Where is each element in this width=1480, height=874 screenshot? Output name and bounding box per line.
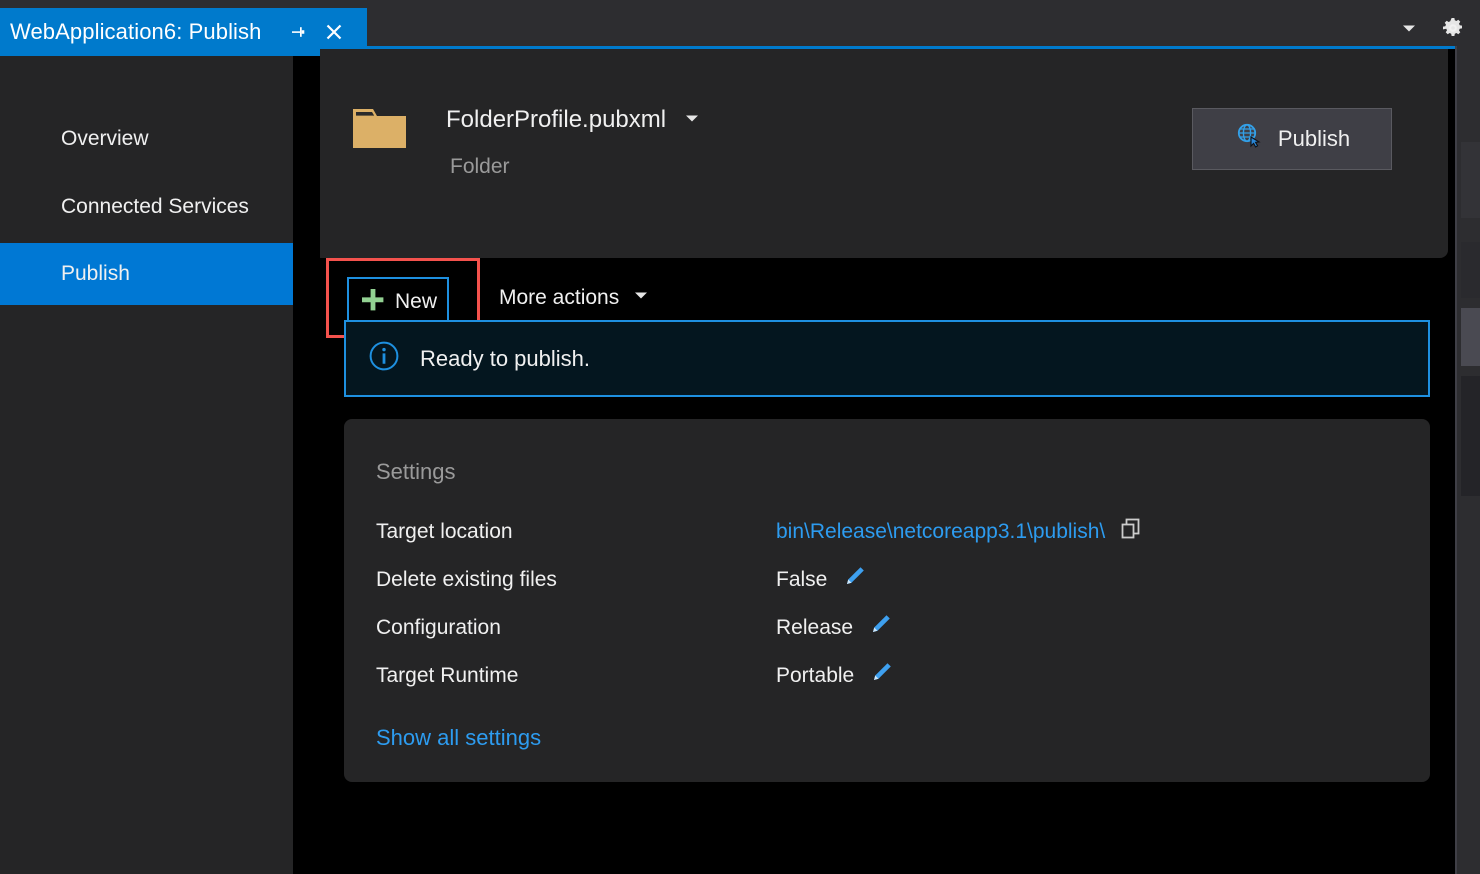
show-all-settings-link[interactable]: Show all settings [376,725,541,751]
scrollbar-thumb[interactable] [1461,308,1480,366]
sidebar: Overview Connected Services Publish [0,56,293,874]
info-circle-icon [367,339,401,378]
profile-selector[interactable]: FolderProfile.pubxml [446,106,702,134]
setting-value-text: False [776,568,827,592]
setting-value[interactable]: bin\Release\netcoreapp3.1\publish\ [776,517,1143,547]
sidebar-item-overview[interactable]: Overview [0,108,293,170]
setting-value-text: Release [776,616,853,640]
settings-title: Settings [376,459,456,485]
title-bar-actions [1394,8,1468,48]
setting-value-text: Portable [776,664,854,688]
chevron-down-icon [632,286,650,310]
profile-subtitle: Folder [450,155,510,179]
close-icon[interactable] [317,15,351,49]
setting-label: Target location [376,520,776,544]
copy-icon[interactable] [1119,517,1143,547]
publish-content-area: FolderProfile.pubxml Folder Publish [320,46,1455,874]
chevron-down-icon[interactable] [1394,13,1424,43]
status-info-text: Ready to publish. [420,346,590,372]
setting-label: Delete existing files [376,568,776,592]
scrollbar-track-line [1455,46,1457,874]
new-button-label: New [395,290,437,314]
scrollbar-segment [1461,142,1480,218]
sidebar-item-label: Publish [61,262,130,286]
scrollbar-segment [1461,242,1480,298]
sidebar-item-publish[interactable]: Publish [0,243,293,305]
sidebar-content-gutter [293,56,320,874]
profile-name: FolderProfile.pubxml [446,106,666,134]
setting-value: Release [776,612,893,644]
setting-row-target-runtime: Target Runtime Portable [376,661,1396,691]
chevron-down-icon[interactable] [682,108,702,133]
document-tab-publish[interactable]: WebApplication6: Publish [0,8,367,56]
publish-button[interactable]: Publish [1192,108,1392,170]
setting-value: Portable [776,660,894,692]
sidebar-item-label: Overview [61,127,149,151]
tab-title: WebApplication6: Publish [10,19,261,45]
more-actions-button[interactable]: More actions [499,286,650,310]
pencil-edit-icon[interactable] [868,660,894,692]
sidebar-item-connected-services[interactable]: Connected Services [0,176,293,238]
sidebar-item-label: Connected Services [61,195,249,219]
folder-icon [352,105,407,152]
pencil-edit-icon[interactable] [841,564,867,596]
setting-row-configuration: Configuration Release [376,613,1396,643]
setting-row-delete-existing-files: Delete existing files False [376,565,1396,595]
target-location-link[interactable]: bin\Release\netcoreapp3.1\publish\ [776,520,1105,544]
publish-button-label: Publish [1278,126,1350,152]
settings-panel: Settings Target location bin\Release\net… [344,419,1430,782]
more-actions-label: More actions [499,286,619,310]
vertical-scrollbar[interactable] [1455,46,1480,874]
scrollbar-segment [1461,376,1480,496]
publish-globe-icon [1234,121,1264,157]
setting-label: Configuration [376,616,776,640]
setting-value: False [776,564,867,596]
publish-profile-header: FolderProfile.pubxml Folder Publish [320,49,1448,258]
setting-label: Target Runtime [376,664,776,688]
setting-row-target-location: Target location bin\Release\netcoreapp3.… [376,517,1396,547]
plus-icon [359,286,387,319]
status-info-bar: Ready to publish. [344,320,1430,397]
pencil-edit-icon[interactable] [867,612,893,644]
pin-icon[interactable] [281,15,315,49]
gear-icon[interactable] [1438,13,1468,43]
